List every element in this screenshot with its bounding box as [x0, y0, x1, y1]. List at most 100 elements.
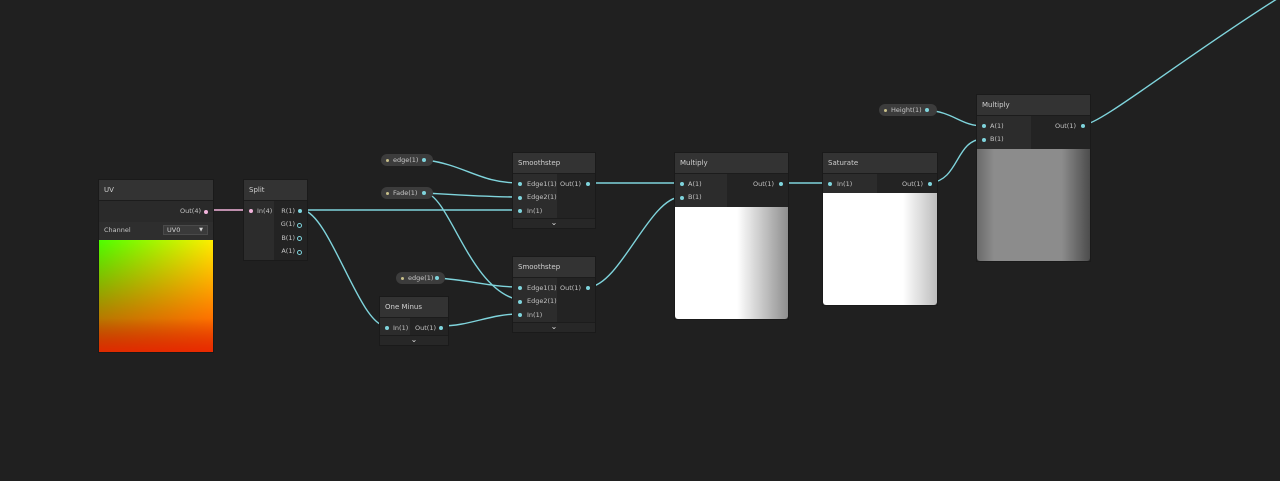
multiply-2-a-port[interactable]	[982, 124, 986, 128]
wire-saturate-to-multiply2-b	[929, 138, 985, 184]
wire-split-r-to-oneminus-in	[302, 209, 387, 327]
wire-oneminus-to-smoothstep-bottom-in	[440, 313, 520, 327]
multiply-2-b-label: B(1)	[990, 135, 1004, 143]
split-out-b-port[interactable]	[297, 236, 302, 241]
smoothstep-top-node[interactable]: Smoothstep Edge1(1) Edge2(1) In(1) Out(1…	[513, 153, 595, 228]
triangle-down-icon: ▼	[199, 227, 203, 233]
smoothstep-bottom-title: Smoothstep	[513, 257, 595, 278]
smoothstep-top-expand-button[interactable]: ⌄	[513, 218, 595, 228]
smoothstep-bottom-expand-button[interactable]: ⌄	[513, 322, 595, 332]
channel-label: Channel	[104, 226, 131, 234]
split-out-r-port[interactable]	[298, 209, 302, 213]
one-minus-in-label: In(1)	[393, 323, 409, 332]
uv-out-label: Out(4)	[180, 207, 201, 215]
property-indicator-icon	[884, 108, 887, 112]
property-height[interactable]: Height(1)	[879, 104, 937, 116]
property-fade-label: Fade(1)	[393, 189, 418, 197]
smoothstep-bottom-edge1-label: Edge1(1)	[527, 283, 557, 292]
saturate-out-port[interactable]	[928, 182, 932, 186]
smoothstep-top-edge1-port[interactable]	[518, 182, 522, 186]
multiply-2-preview	[977, 149, 1090, 261]
property-height-label: Height(1)	[891, 106, 922, 114]
smoothstep-bottom-edge2-port[interactable]	[518, 299, 522, 304]
smoothstep-top-edge2-port[interactable]	[518, 195, 522, 200]
smoothstep-bottom-node[interactable]: Smoothstep Edge1(1) Edge2(1) In(1) Out(1…	[513, 257, 595, 332]
multiply-1-out-port[interactable]	[779, 182, 783, 186]
multiply-1-b-label: B(1)	[688, 193, 702, 201]
wire-fade-to-smoothstep-top-edge2	[425, 192, 520, 198]
chevron-down-icon: ⌄	[550, 322, 558, 331]
property-edge-bottom[interactable]: edge(1)	[396, 272, 445, 284]
split-out-a-label: A(1)	[281, 247, 295, 255]
smoothstep-top-title: Smoothstep	[513, 153, 595, 174]
smoothstep-bottom-out-label: Out(1)	[560, 283, 581, 292]
multiply-1-a-label: A(1)	[688, 179, 702, 188]
wire-edge-bottom-to-smoothstep-bottom-edge1	[436, 277, 520, 288]
property-indicator-icon	[401, 276, 404, 280]
smoothstep-top-edge1-label: Edge1(1)	[527, 179, 557, 188]
smoothstep-top-out-label: Out(1)	[560, 179, 581, 188]
wire-smoothstep-bottom-to-multiply1-b	[588, 196, 682, 288]
saturate-in-port[interactable]	[828, 182, 832, 186]
property-edge-top-port[interactable]	[422, 158, 426, 162]
one-minus-out-label: Out(1)	[415, 323, 436, 332]
chevron-down-icon: ⌄	[410, 335, 418, 344]
multiply-2-title: Multiply	[977, 95, 1090, 116]
smoothstep-top-in-port[interactable]	[518, 209, 522, 213]
property-fade-port[interactable]	[422, 191, 426, 195]
channel-select[interactable]: UV0 ▼	[163, 225, 208, 235]
multiply-1-b-port[interactable]	[680, 195, 684, 200]
property-edge-bottom-label: edge(1)	[408, 274, 434, 282]
split-out-b-label: B(1)	[281, 233, 295, 242]
property-edge-top-label: edge(1)	[393, 156, 419, 164]
one-minus-title: One Minus	[380, 297, 448, 318]
multiply-1-preview	[675, 207, 788, 319]
split-node-title: Split	[244, 180, 307, 201]
split-node[interactable]: Split In(4) R(1) G(1) B(1) A(1)	[244, 180, 307, 260]
smoothstep-bottom-edge1-port[interactable]	[518, 286, 522, 290]
smoothstep-bottom-out-port[interactable]	[586, 286, 590, 290]
uv-preview	[99, 240, 213, 352]
saturate-in-label: In(1)	[837, 179, 853, 188]
wire-multiply2-out-to-master	[1082, 0, 1277, 126]
property-height-port[interactable]	[925, 108, 929, 112]
property-fade[interactable]: Fade(1)	[381, 187, 433, 199]
saturate-preview	[823, 193, 937, 305]
channel-select-value: UV0	[167, 226, 181, 234]
split-out-a-port[interactable]	[297, 249, 302, 255]
multiply-2-out-port[interactable]	[1081, 124, 1085, 128]
uv-preview-overlay	[99, 240, 213, 352]
multiply-1-out-label: Out(1)	[753, 179, 774, 188]
multiply-1-a-port[interactable]	[680, 182, 684, 186]
multiply-2-node[interactable]: Multiply A(1) B(1) Out(1)	[977, 95, 1090, 261]
smoothstep-bottom-edge2-label: Edge2(1)	[527, 297, 557, 305]
saturate-node[interactable]: Saturate In(1) Out(1)	[823, 153, 937, 305]
split-in-label: In(4)	[257, 206, 273, 215]
one-minus-expand-button[interactable]: ⌄	[380, 335, 448, 345]
smoothstep-top-out-port[interactable]	[586, 182, 590, 186]
split-out-g-label: G(1)	[280, 220, 295, 228]
one-minus-out-port[interactable]	[439, 326, 443, 330]
uv-node-title: UV	[99, 180, 213, 201]
split-out-g-port[interactable]	[297, 222, 302, 228]
property-edge-top[interactable]: edge(1)	[381, 154, 433, 166]
multiply-2-out-label: Out(1)	[1055, 121, 1076, 130]
split-in-port[interactable]	[249, 209, 253, 213]
multiply-2-b-port[interactable]	[982, 137, 986, 142]
smoothstep-bottom-in-label: In(1)	[527, 310, 543, 319]
split-out-r-label: R(1)	[281, 206, 295, 215]
chevron-down-icon: ⌄	[550, 218, 558, 227]
uv-node[interactable]: UV Out(4) Channel UV0 ▼	[99, 180, 213, 352]
wire-edge-top-to-smoothstep-top-edge1	[425, 159, 520, 184]
one-minus-node[interactable]: One Minus In(1) Out(1) ⌄	[380, 297, 448, 345]
multiply-2-a-label: A(1)	[990, 121, 1004, 130]
uv-out-port[interactable]	[204, 209, 208, 214]
smoothstep-top-in-label: In(1)	[527, 206, 543, 215]
smoothstep-bottom-in-port[interactable]	[518, 313, 522, 317]
one-minus-in-port[interactable]	[385, 326, 389, 330]
multiply-1-title: Multiply	[675, 153, 788, 174]
multiply-2-input-column	[977, 116, 1031, 149]
property-edge-bottom-port[interactable]	[435, 276, 439, 280]
multiply-1-node[interactable]: Multiply A(1) B(1) Out(1)	[675, 153, 788, 319]
wire-fade-to-smoothstep-bottom-edge2	[425, 192, 520, 301]
